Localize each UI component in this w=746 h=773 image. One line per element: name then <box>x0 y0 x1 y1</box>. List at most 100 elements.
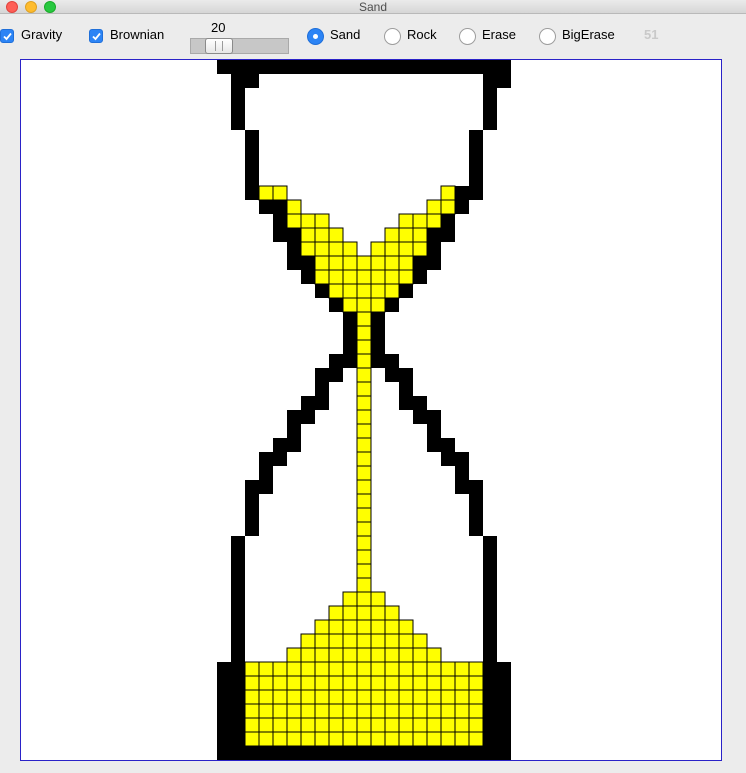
sand-cell <box>468 675 484 691</box>
sand-cell <box>384 283 400 299</box>
erase-radio[interactable] <box>459 28 476 45</box>
rock-cell <box>231 746 245 760</box>
rock-cell <box>371 746 385 760</box>
sand-cell <box>370 633 386 649</box>
sand-cell <box>342 297 358 313</box>
sand-cell <box>328 227 344 243</box>
sand-cell <box>398 227 414 243</box>
sand-canvas[interactable] <box>20 59 722 761</box>
rock-cell <box>329 354 343 368</box>
sand-cell <box>468 689 484 705</box>
sand-cell <box>356 451 372 467</box>
sand-cell <box>286 675 302 691</box>
window-title: Sand <box>358 0 388 14</box>
rock-cell <box>441 228 455 242</box>
rock-radio[interactable] <box>384 28 401 45</box>
sand-cell <box>454 703 470 719</box>
gravity-label[interactable]: Gravity <box>21 27 62 43</box>
rock-cell <box>329 298 343 312</box>
sand-cell <box>426 689 442 705</box>
sand-cell <box>398 647 414 663</box>
sand-cell <box>412 633 428 649</box>
sand-cell <box>272 185 288 201</box>
erase-label[interactable]: Erase <box>482 27 516 43</box>
sand-cell <box>384 241 400 257</box>
rock-cell <box>483 648 497 662</box>
sand-cell <box>356 731 372 747</box>
sand-cell <box>440 717 456 733</box>
sand-cell <box>426 731 442 747</box>
sand-cell <box>314 675 330 691</box>
checkmark-icon <box>92 32 101 41</box>
rock-cell <box>329 368 343 382</box>
sand-cell <box>356 591 372 607</box>
sand-cell <box>300 717 316 733</box>
sand-cell <box>440 731 456 747</box>
gravity-checkbox[interactable] <box>0 29 14 43</box>
rock-cell <box>483 676 497 690</box>
speed-slider-thumb[interactable] <box>205 38 234 54</box>
sand-cell <box>370 241 386 257</box>
sand-cell <box>342 703 358 719</box>
sand-cell <box>412 689 428 705</box>
sand-cell <box>314 689 330 705</box>
sand-cell <box>356 563 372 579</box>
sand-cell <box>342 255 358 271</box>
sand-cell <box>300 213 316 229</box>
rock-cell <box>245 130 259 144</box>
rock-cell <box>343 312 357 326</box>
sand-cell <box>426 675 442 691</box>
brownian-checkbox[interactable] <box>89 29 103 43</box>
sand-radio[interactable] <box>307 28 324 45</box>
rock-cell <box>441 746 455 760</box>
rock-label[interactable]: Rock <box>407 27 437 43</box>
sand-cell <box>398 633 414 649</box>
rock-cell <box>301 396 315 410</box>
sand-cell <box>398 689 414 705</box>
sand-cell <box>314 647 330 663</box>
sand-cell <box>356 521 372 537</box>
sand-cell <box>300 241 316 257</box>
sand-cell <box>398 255 414 271</box>
sand-cell <box>328 605 344 621</box>
rock-cell <box>455 200 469 214</box>
sand-cell <box>328 703 344 719</box>
rock-cell <box>469 508 483 522</box>
sand-cell <box>314 269 330 285</box>
rock-cell <box>385 60 399 74</box>
bigerase-label[interactable]: BigErase <box>562 27 615 43</box>
sand-cell <box>440 689 456 705</box>
rock-cell <box>273 214 287 228</box>
sand-cell <box>384 703 400 719</box>
sand-label[interactable]: Sand <box>330 27 360 43</box>
rock-cell <box>497 690 511 704</box>
sand-cell <box>356 339 372 355</box>
rock-cell <box>427 746 441 760</box>
sand-cell <box>356 549 372 565</box>
sand-cell <box>244 703 260 719</box>
brownian-label[interactable]: Brownian <box>110 27 164 43</box>
sand-cell <box>384 255 400 271</box>
rock-cell <box>231 74 245 88</box>
rock-cell <box>287 424 301 438</box>
sand-cell <box>384 717 400 733</box>
rock-cell <box>245 158 259 172</box>
rock-cell <box>399 382 413 396</box>
rock-cell <box>231 704 245 718</box>
sand-cell <box>356 269 372 285</box>
bigerase-radio[interactable] <box>539 28 556 45</box>
sand-cell <box>356 689 372 705</box>
sand-cell <box>342 689 358 705</box>
sand-cell <box>398 241 414 257</box>
rock-cell <box>371 340 385 354</box>
rock-cell <box>245 746 259 760</box>
sand-cell <box>426 703 442 719</box>
sand-cell <box>356 437 372 453</box>
rock-cell <box>273 200 287 214</box>
sand-cell <box>328 717 344 733</box>
rock-cell <box>399 284 413 298</box>
rock-cell <box>385 368 399 382</box>
rock-cell <box>441 452 455 466</box>
sand-cell <box>300 675 316 691</box>
rock-cell <box>469 186 483 200</box>
